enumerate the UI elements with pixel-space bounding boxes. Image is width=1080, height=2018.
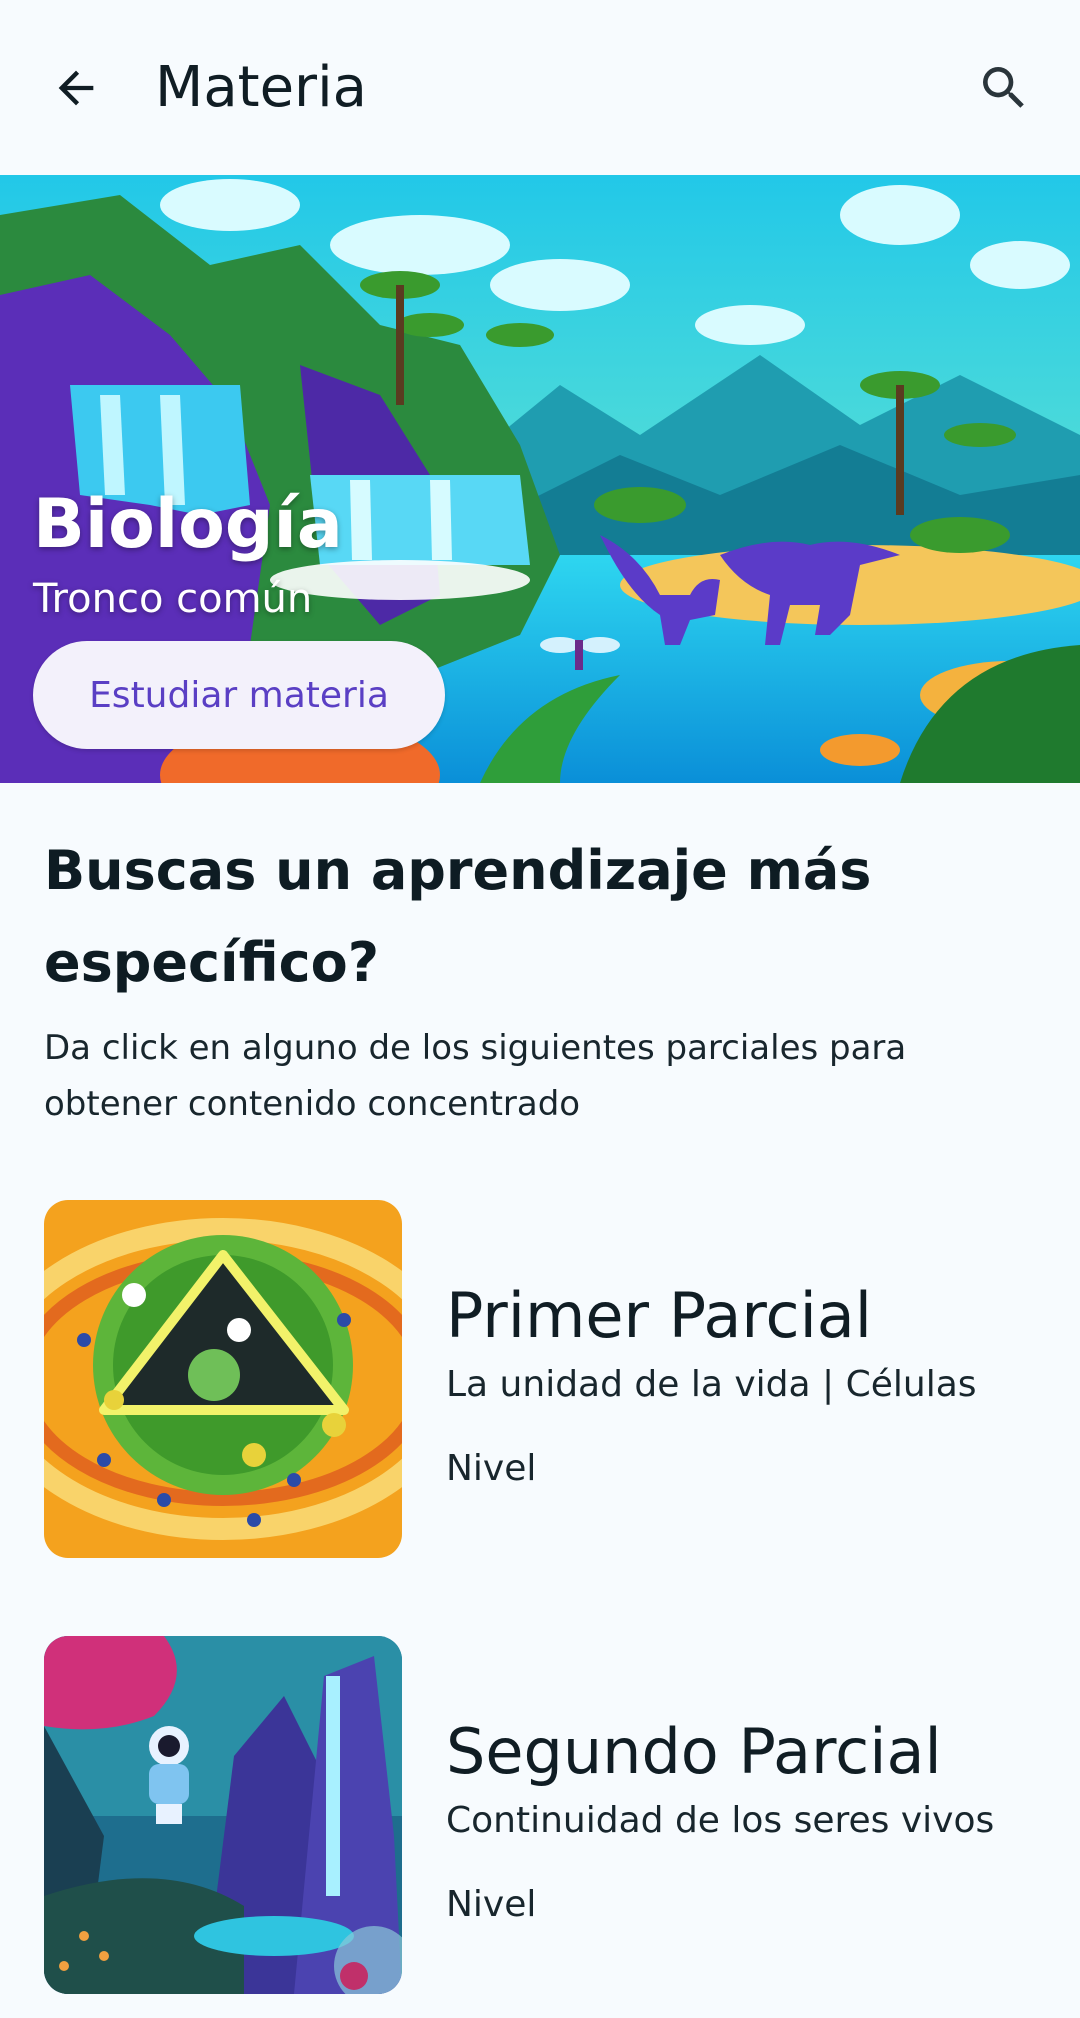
search-button[interactable] xyxy=(968,52,1040,124)
subject-title: Biología xyxy=(33,485,343,564)
subject-hero-banner: Biología Tronco común Estudiar materia xyxy=(0,175,1080,783)
partial-card-second[interactable]: Segundo Parcial Continuidad de los seres… xyxy=(44,1636,1044,1996)
partial-title: Segundo Parcial xyxy=(446,1715,942,1788)
partial-card-first[interactable]: Primer Parcial La unidad de la vida | Cé… xyxy=(44,1200,1044,1560)
subject-subtitle: Tronco común xyxy=(33,576,313,622)
section-heading: Buscas un aprendizaje más específico? xyxy=(44,839,872,994)
forest-astronaut-thumbnail xyxy=(44,1636,402,1994)
arrow-left-icon xyxy=(58,70,94,106)
study-subject-button[interactable]: Estudiar materia xyxy=(33,641,445,749)
partial-level-label: Nivel xyxy=(446,1448,537,1489)
partial-subtitle: Continuidad de los seres vivos xyxy=(446,1800,995,1841)
cell-illustration-thumbnail xyxy=(44,1200,402,1558)
section-description: Da click en alguno de los siguientes par… xyxy=(44,1028,907,1124)
cell-illustration xyxy=(44,1200,402,1558)
partial-subtitle: La unidad de la vida | Células xyxy=(446,1364,977,1405)
partial-title: Primer Parcial xyxy=(446,1279,873,1352)
back-button[interactable] xyxy=(40,52,112,124)
search-icon xyxy=(983,67,1024,108)
top-app-bar: Materia xyxy=(0,0,1080,175)
partial-level-label: Nivel xyxy=(446,1884,537,1925)
page-title: Materia xyxy=(155,55,367,120)
forest-astronaut-illustration xyxy=(44,1636,402,1994)
